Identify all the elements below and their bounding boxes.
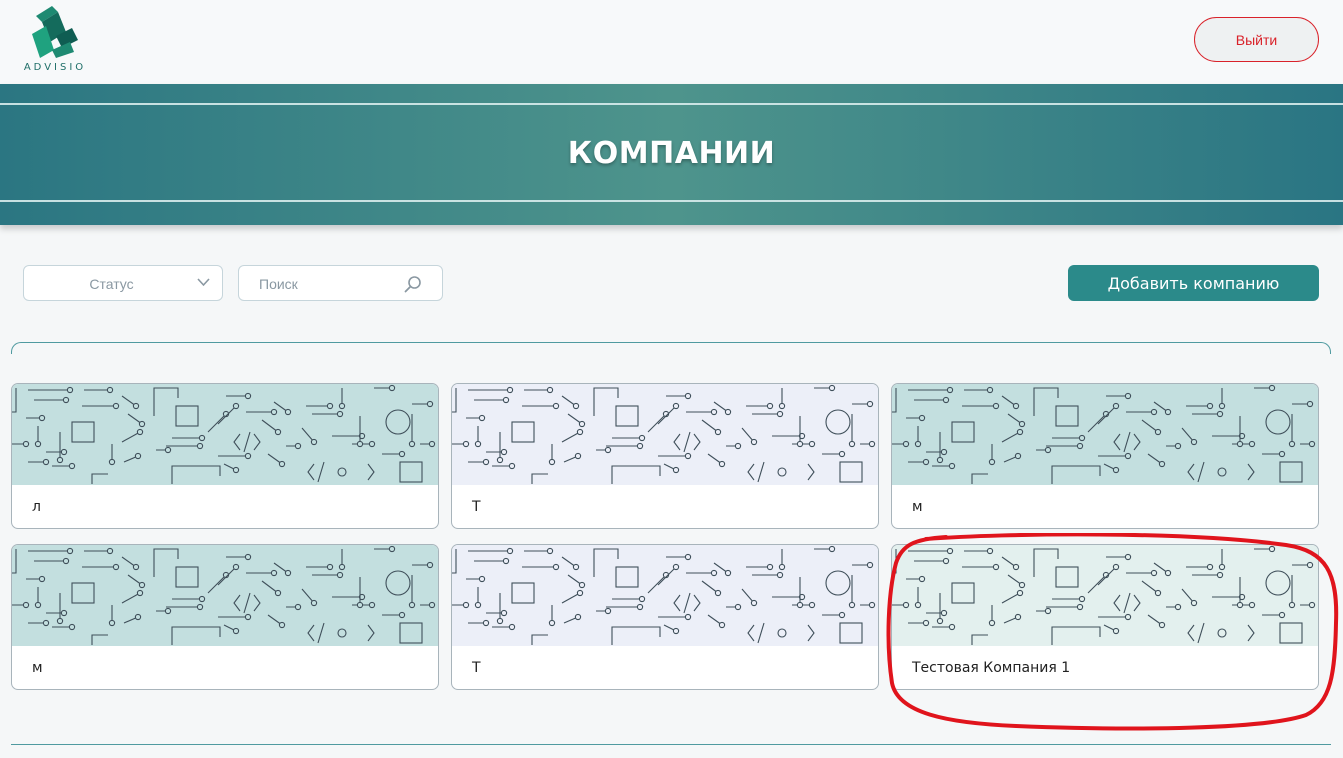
logo-text: ADVISIO [23, 62, 87, 73]
company-card[interactable]: Т [451, 383, 879, 529]
company-card[interactable]: м [11, 544, 439, 690]
company-card-name: м [912, 499, 923, 515]
logo-icon [32, 6, 78, 58]
logo[interactable]: ADVISIO [20, 6, 90, 74]
redaction [46, 655, 168, 679]
company-card[interactable]: Т [451, 544, 879, 690]
highlight-annotation [886, 533, 1339, 731]
company-card[interactable]: л [11, 383, 439, 529]
search-icon[interactable] [404, 275, 422, 293]
top-bar: ADVISIO Выйти [0, 0, 1343, 84]
page-title: КОМПАНИИ [567, 136, 776, 171]
company-card-cover [892, 384, 1318, 485]
chevron-down-icon [197, 278, 210, 287]
redaction [926, 494, 998, 518]
company-card-name: л [32, 499, 41, 515]
cards-container-border [11, 342, 1331, 354]
company-card-cover [452, 545, 878, 646]
status-select[interactable]: Статус [23, 265, 223, 301]
company-card-cover [12, 545, 438, 646]
company-card-name: Т [472, 499, 481, 515]
redaction [486, 494, 594, 518]
company-card[interactable]: м [891, 383, 1319, 529]
status-select-label: Статус [89, 276, 134, 292]
company-card-cover [12, 384, 438, 485]
company-card-name: Т [472, 660, 481, 676]
page-banner: КОМПАНИИ [0, 84, 1343, 225]
add-company-button[interactable]: Добавить компанию [1068, 265, 1319, 301]
redaction [486, 655, 646, 679]
search-input[interactable] [259, 274, 409, 294]
banner-divider [0, 103, 1343, 105]
logout-button[interactable]: Выйти [1194, 17, 1319, 62]
cards-container-divider [11, 744, 1331, 745]
search-box[interactable] [238, 265, 443, 301]
redaction [46, 494, 100, 518]
company-card-cover [452, 384, 878, 485]
company-card-name: м [32, 660, 43, 676]
banner-divider [0, 200, 1343, 202]
